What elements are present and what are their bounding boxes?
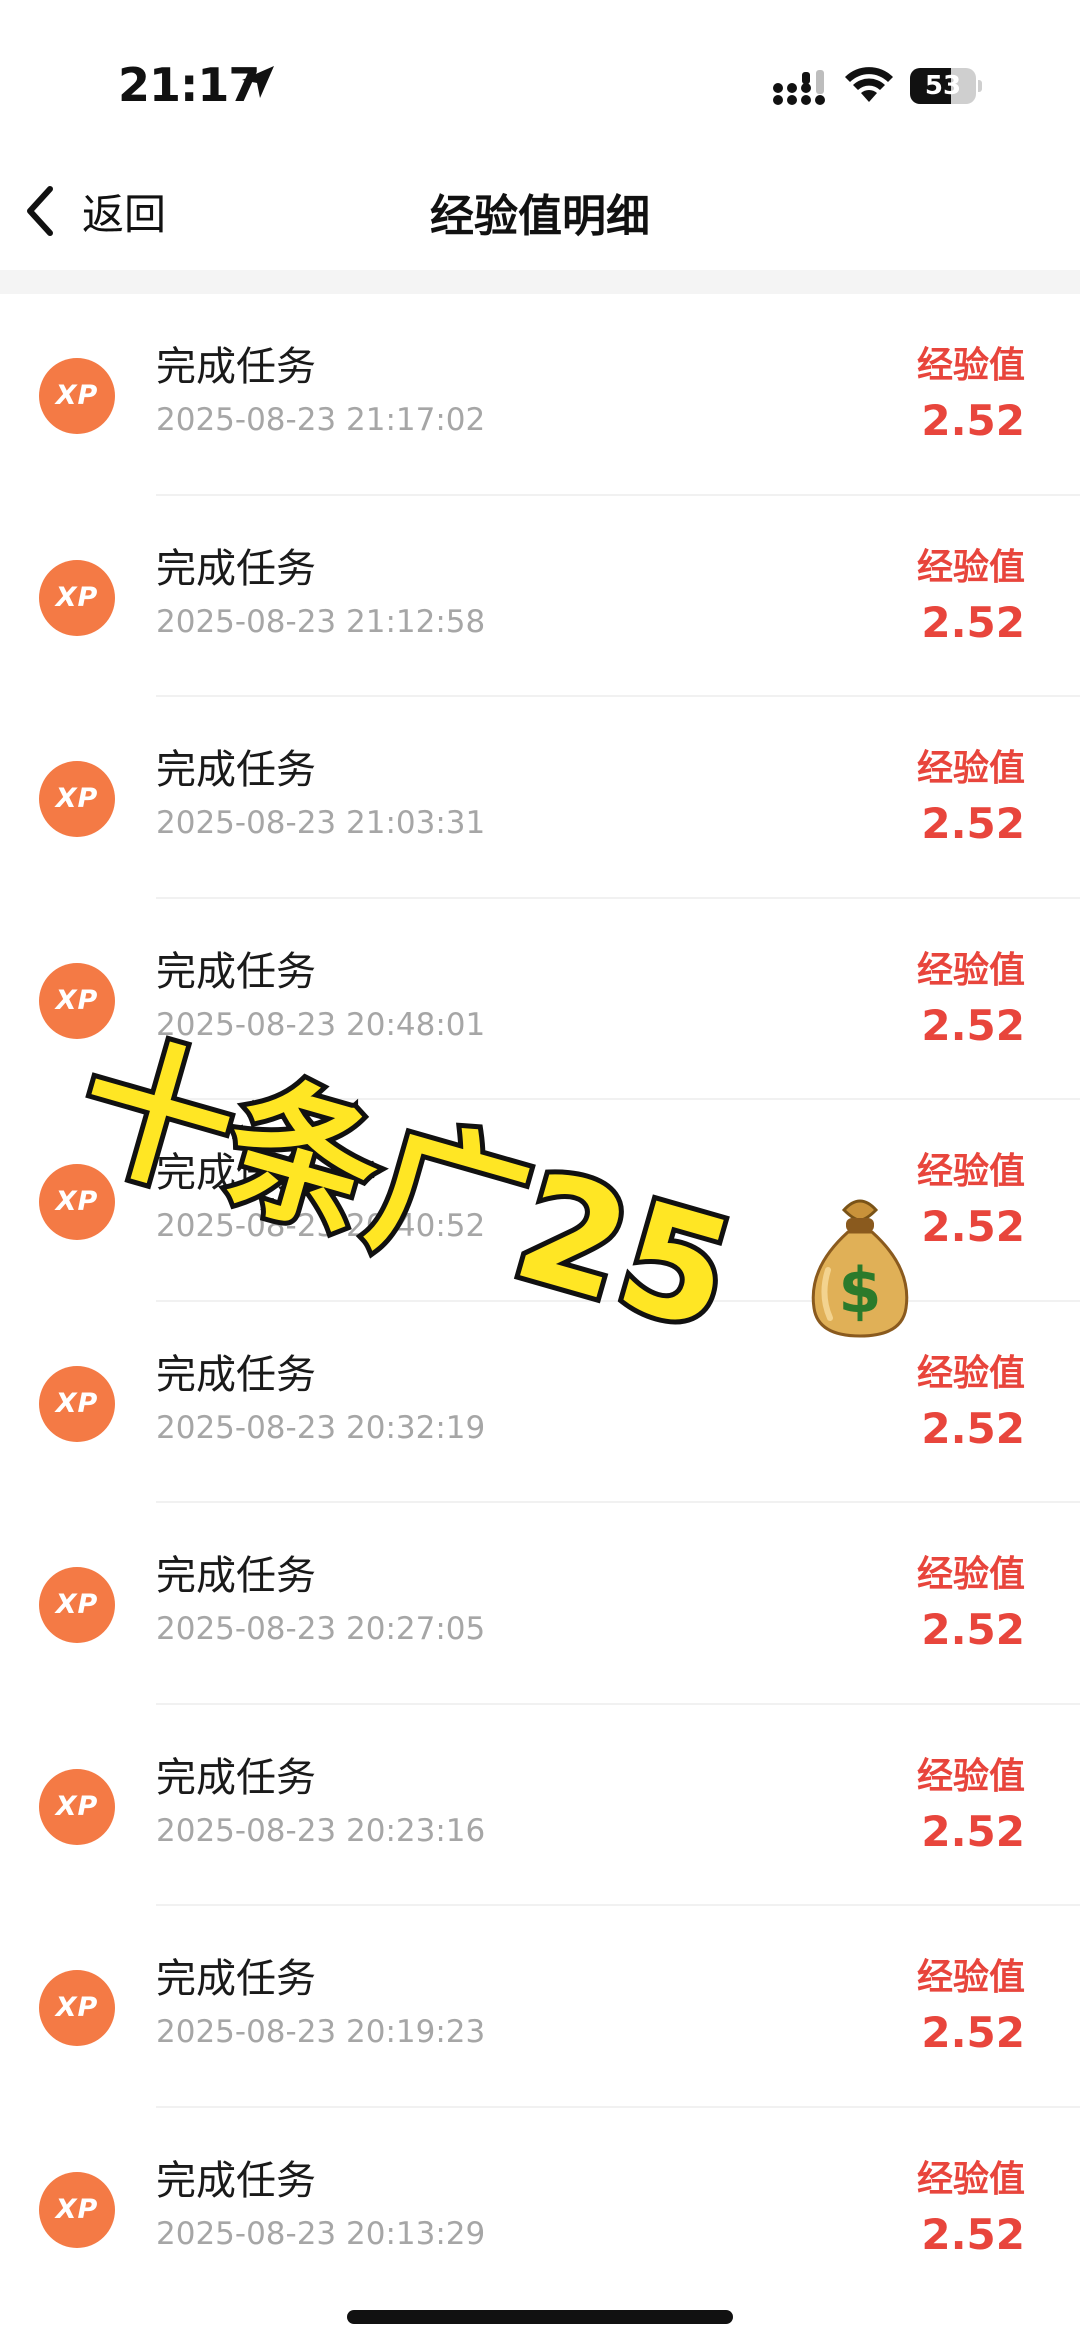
record-row[interactable]: XP 完成任务 2025-08-23 20:48:01 经验值 2.52 — [0, 899, 1080, 1101]
chevron-left-icon — [27, 186, 53, 236]
xp-badge-icon: XP — [39, 1365, 115, 1442]
record-row[interactable]: XP 完成任务 2025-08-23 20:23:16 经验值 2.52 — [0, 1705, 1080, 1907]
record-label: 经验值 — [916, 949, 1025, 991]
xp-badge-icon: XP — [39, 1567, 115, 1643]
section-divider — [0, 270, 1080, 294]
money-bag-icon: $ — [811, 1199, 909, 1338]
record-timestamp: 2025-08-23 20:19:23 — [156, 2014, 486, 2050]
record-timestamp: 2025-08-23 20:32:19 — [156, 1409, 486, 1446]
record-title: 完成任务 — [156, 948, 316, 995]
xp-badge-icon: XP — [39, 559, 115, 636]
record-label: 经验值 — [916, 1352, 1025, 1394]
record-label: 经验值 — [916, 1755, 1025, 1797]
record-timestamp: 2025-08-23 21:03:31 — [156, 805, 486, 841]
record-label: 经验值 — [916, 1957, 1025, 1998]
location-arrow-icon — [242, 66, 274, 98]
xp-badge-icon: XP — [39, 1768, 115, 1845]
record-value: 2.52 — [921, 396, 1025, 445]
battery-cap — [978, 80, 982, 92]
record-row[interactable]: XP 完成任务 2025-08-23 21:12:58 经验值 2.52 — [0, 496, 1080, 698]
home-indicator[interactable] — [347, 2310, 733, 2324]
record-timestamp: 2025-08-23 21:12:58 — [156, 603, 486, 640]
record-label: 经验值 — [916, 748, 1025, 789]
xp-badge-icon: XP — [39, 1970, 115, 2046]
record-label: 经验值 — [916, 1151, 1025, 1192]
xp-badge-icon: XP — [39, 962, 115, 1039]
record-title: 完成任务 — [156, 1150, 316, 1196]
cellular-signal-icon — [773, 70, 825, 105]
nav-bar: 经验值明细 返回 — [0, 150, 1080, 270]
record-label: 经验值 — [916, 2158, 1025, 2200]
record-value: 2.52 — [921, 1202, 1025, 1251]
record-value: 2.52 — [921, 799, 1025, 848]
record-timestamp: 2025-08-23 20:23:16 — [156, 1812, 486, 1849]
xp-badge-icon: XP — [39, 1164, 115, 1240]
wifi-icon — [845, 67, 893, 102]
record-value: 2.52 — [921, 1806, 1025, 1856]
record-timestamp: 2025-08-23 20:48:01 — [156, 1006, 486, 1043]
svg-text:$: $ — [838, 1254, 881, 1327]
record-row[interactable]: XP 完成任务 2025-08-23 21:17:02 经验值 2.52 — [0, 294, 1080, 496]
record-row[interactable]: XP 完成任务 2025-08-23 20:19:23 经验值 2.52 — [0, 1906, 1080, 2108]
back-button[interactable]: 返回 — [20, 176, 166, 246]
xp-badge-icon: XP — [39, 761, 115, 837]
record-value: 2.52 — [921, 597, 1025, 647]
record-value: 2.52 — [921, 1605, 1025, 1654]
battery-level: 53 — [924, 71, 962, 101]
record-label: 经验值 — [916, 345, 1025, 386]
record-title: 完成任务 — [156, 545, 316, 592]
record-row[interactable]: XP 完成任务 2025-08-23 21:03:31 经验值 2.52 — [0, 697, 1080, 899]
xp-badge-icon: XP — [39, 358, 115, 434]
record-title: 完成任务 — [156, 1553, 316, 1599]
xp-badge-icon: XP — [39, 2171, 115, 2248]
back-label: 返回 — [82, 189, 167, 239]
record-label: 经验值 — [916, 1554, 1025, 1595]
record-title: 完成任务 — [156, 344, 316, 390]
record-value: 2.52 — [921, 2209, 1025, 2259]
record-value: 2.52 — [921, 1000, 1025, 1050]
record-timestamp: 2025-08-23 21:17:02 — [156, 402, 486, 438]
record-title: 完成任务 — [156, 747, 316, 793]
record-label: 经验值 — [916, 546, 1025, 588]
record-title: 完成任务 — [156, 2157, 316, 2204]
record-title: 完成任务 — [156, 1956, 316, 2002]
record-timestamp: 2025-08-23 20:40:52 — [156, 1208, 486, 1244]
battery-indicator: 53 — [910, 68, 982, 104]
record-timestamp: 2025-08-23 20:27:05 — [156, 1611, 486, 1647]
status-bar: 21:17 53 — [0, 0, 1080, 150]
record-value: 2.52 — [921, 1403, 1025, 1453]
record-value: 2.52 — [921, 2008, 1025, 2057]
record-title: 完成任务 — [156, 1754, 316, 1801]
record-row[interactable]: XP 完成任务 2025-08-23 20:27:05 经验值 2.52 — [0, 1503, 1080, 1705]
record-timestamp: 2025-08-23 20:13:29 — [156, 2215, 486, 2252]
record-row[interactable]: XP 完成任务 2025-08-23 20:13:29 经验值 2.52 — [0, 2108, 1080, 2310]
record-title: 完成任务 — [156, 1351, 316, 1398]
